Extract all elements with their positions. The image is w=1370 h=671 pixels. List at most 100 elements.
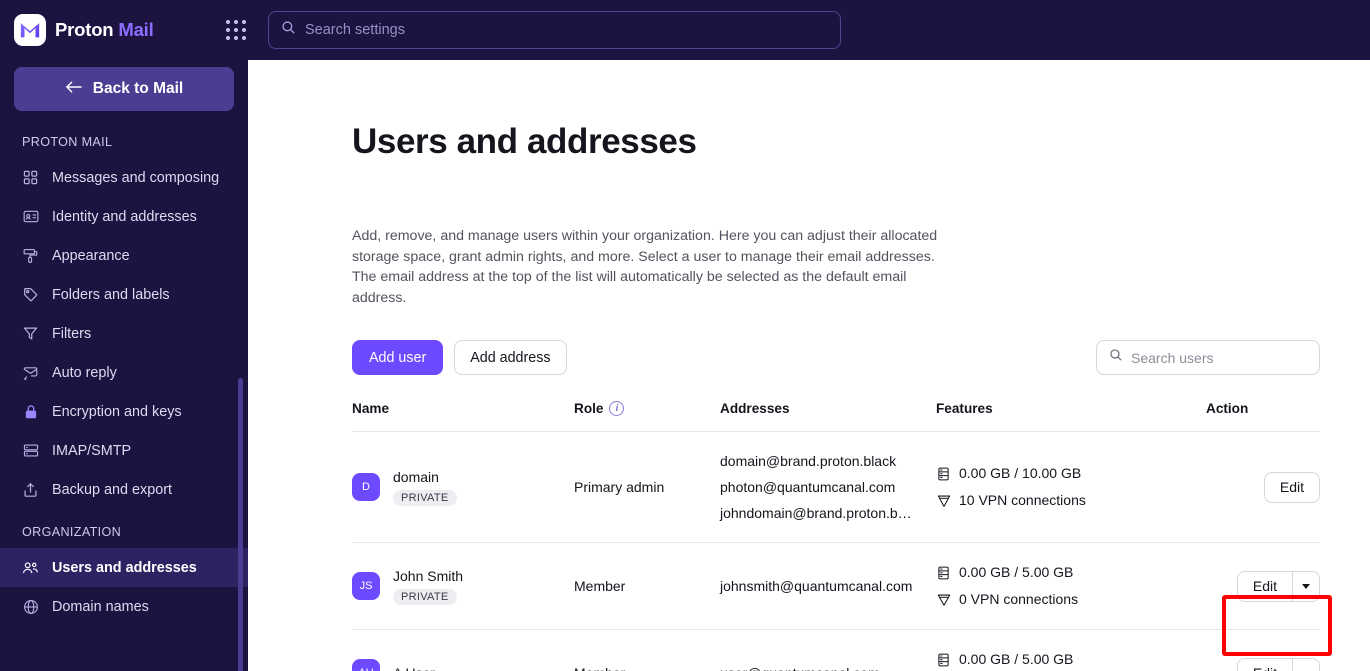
edit-button-group[interactable]: Edit [1236,570,1320,602]
users-table-body: D domain PRIVATE Primary admin domain@br… [352,431,1320,671]
envelope-reply-icon [22,364,39,381]
address-line: johndomain@brand.proton.b… [720,505,912,522]
edit-button[interactable]: Edit [1264,472,1319,502]
table-row[interactable]: D domain PRIVATE Primary admin domain@br… [352,431,1320,544]
sidebar-item-messages-and-composing[interactable]: Messages and composing [0,158,248,197]
sidebar: Back to Mail PROTON MAIL Messages and co… [0,60,248,671]
sidebar-item-users-and-addresses[interactable]: Users and addresses [0,548,248,587]
cell-addresses: user@quantumcanal.com [720,629,936,671]
cell-addresses: domain@brand.proton.black photon@quantum… [720,431,936,544]
cell-features: 0.00 GB / 10.00 GB 10 VPN connections [936,431,1206,544]
main-content: Users and addresses Add, remove, and man… [248,60,1370,671]
user-name: domain [393,468,439,485]
sidebar-item-label: Auto reply [52,364,117,381]
sidebar-item-label: Domain names [52,598,149,615]
storage-drive-icon [936,466,951,481]
cell-role: Member [574,542,720,631]
server-icon [22,442,39,459]
sidebar-item-folders-and-labels[interactable]: Folders and labels [0,275,248,314]
sidebar-item-label: Filters [52,325,92,342]
search-settings-input[interactable]: Search settings [268,11,841,49]
logo-text: Proton Mail [55,19,154,41]
app-grid-icon[interactable] [222,16,250,44]
sidebar-item-label: Appearance [52,247,130,264]
cell-action: Edit [1206,629,1320,671]
upload-box-icon [22,481,39,498]
page-title: Users and addresses [352,122,697,161]
sidebar-item-label: Folders and labels [52,286,170,303]
avatar: JS [352,572,380,601]
sidebar-item-encryption-and-keys[interactable]: Encryption and keys [0,392,248,431]
vpn-shield-icon [936,493,951,508]
page-description: Add, remove, and manage users within you… [352,228,938,306]
search-settings-placeholder: Search settings [305,22,405,38]
cell-addresses: johnsmith@quantumcanal.com [720,542,936,631]
tag-icon [22,286,39,303]
grid-squares-icon [22,169,39,186]
storage-value: 0.00 GB / 5.00 GB [959,651,1074,668]
info-icon[interactable]: i [609,401,625,417]
id-card-icon [22,208,39,225]
sidebar-item-imap-smtp[interactable]: IMAP/SMTP [0,431,248,470]
sidebar-item-auto-reply[interactable]: Auto reply [0,353,248,392]
sidebar-item-appearance[interactable]: Appearance [0,236,248,275]
address-line: user@quantumcanal.com [720,660,936,671]
proton-mail-logo-icon [14,14,46,46]
sidebar-item-identity-and-addresses[interactable]: Identity and addresses [0,197,248,236]
column-header-role-label: Role [574,401,604,417]
edit-button-group[interactable]: Edit [1236,657,1320,671]
address-line: photon@quantumcanal.com [720,479,896,496]
address-line: domain@brand.proton.black [720,453,897,470]
table-row[interactable]: JS John Smith PRIVATE Member johnsmith@q… [352,542,1320,631]
sidebar-item-label: Identity and addresses [52,208,197,225]
back-to-mail-button[interactable]: Back to Mail [14,67,234,111]
logo-secondary: Mail [118,19,154,40]
nav-section-proton-mail-title: PROTON MAIL [22,135,113,149]
storage-drive-icon [936,565,951,580]
sidebar-item-label: Messages and composing [52,169,220,186]
cell-role: Primary admin [574,431,720,544]
sidebar-item-label: Users and addresses [52,559,197,576]
cell-features: 0.00 GB / 5.00 GB 0 VP [936,629,1206,671]
sidebar-item-filters[interactable]: Filters [0,314,248,353]
chevron-down-icon[interactable] [1292,571,1319,601]
column-header-action: Action [1206,401,1320,433]
actions-row: Add user Add address Search users [352,340,1320,376]
body-container: Back to Mail PROTON MAIL Messages and co… [0,60,1370,671]
column-header-features: Features [936,401,1206,433]
storage-drive-icon [936,652,951,667]
sidebar-scrollbar[interactable] [238,378,243,671]
column-header-name: Name [352,401,574,433]
add-address-button[interactable]: Add address [454,340,567,376]
chevron-down-icon[interactable] [1292,658,1319,671]
cell-features: 0.00 GB / 5.00 GB 0 VP [936,542,1206,631]
funnel-icon [22,325,39,342]
sidebar-item-backup-and-export[interactable]: Backup and export [0,470,248,509]
edit-button[interactable]: Edit [1237,571,1292,601]
avatar: D [352,473,380,502]
status-badge: PRIVATE [393,489,457,506]
sidebar-item-label: Encryption and keys [52,403,182,420]
table-row[interactable]: AU A User Member user@quantumcanal.com [352,629,1320,671]
edit-button[interactable]: Edit [1237,658,1292,671]
proton-mail-logo[interactable]: Proton Mail [14,14,210,46]
search-icon [281,20,296,40]
sidebar-item-label: IMAP/SMTP [52,442,132,459]
search-users-input[interactable]: Search users [1096,340,1320,376]
cell-action: Edit [1206,431,1320,544]
column-header-role: Role i [574,401,720,433]
user-name: A User [393,665,435,671]
status-badge: PRIVATE [393,588,457,605]
edit-button-group[interactable]: Edit [1263,471,1320,503]
lock-icon [22,403,39,420]
add-user-button[interactable]: Add user [352,340,444,376]
storage-value: 0.00 GB / 5.00 GB [959,564,1074,581]
cell-role: Member [574,629,720,671]
back-to-mail-label: Back to Mail [92,80,184,97]
sidebar-item-label: Backup and export [52,481,173,498]
search-users-placeholder: Search users [1131,349,1214,366]
users-table-header-row: Name Role i Addresses Features Action [352,401,1320,433]
paint-roller-icon [22,247,39,264]
sidebar-item-domain-names[interactable]: Domain names [0,587,248,626]
cell-action: Edit [1206,542,1320,631]
